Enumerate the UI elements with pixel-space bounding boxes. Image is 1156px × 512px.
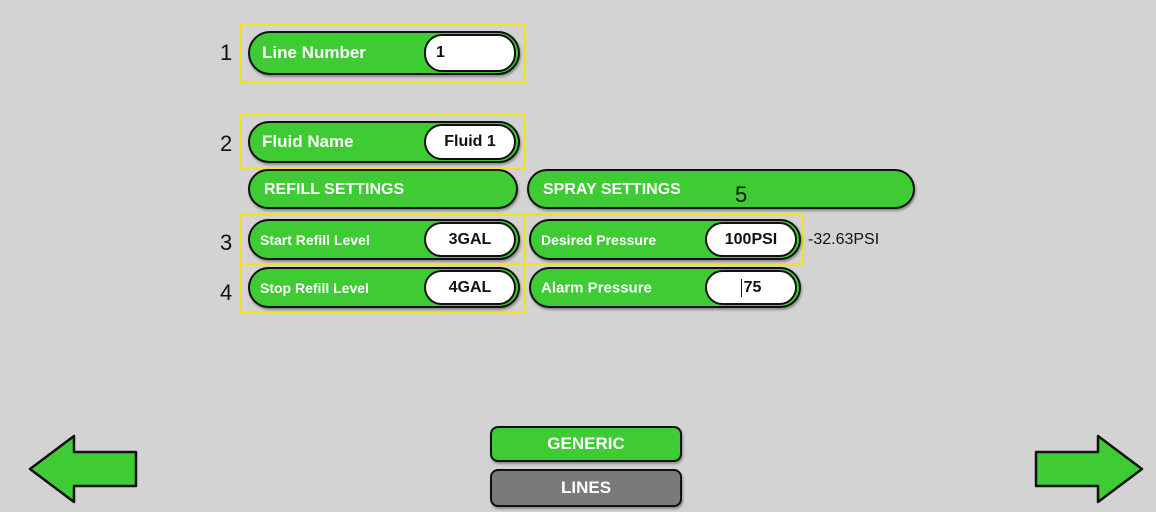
pressure-reading: -32.63PSI bbox=[808, 231, 880, 248]
stop-refill-input[interactable]: 4GAL bbox=[424, 270, 516, 305]
desired-pressure-control: Desired Pressure 100PSI bbox=[529, 219, 801, 260]
alarm-pressure-value: 75 bbox=[743, 278, 762, 296]
alarm-pressure-label: Alarm Pressure bbox=[541, 279, 652, 296]
refill-settings-label: REFILL SETTINGS bbox=[264, 181, 405, 198]
marker-4: 4 bbox=[220, 280, 233, 305]
text-cursor bbox=[740, 278, 742, 297]
alarm-pressure-input[interactable]: 75 bbox=[705, 270, 797, 305]
desired-pressure-label: Desired Pressure bbox=[541, 231, 657, 248]
stop-refill-label: Stop Refill Level bbox=[260, 279, 369, 296]
fluid-name-label: Fluid Name bbox=[262, 132, 354, 151]
fluid-name-control: Fluid Name Fluid 1 bbox=[248, 121, 520, 163]
marker-1: 1 bbox=[220, 40, 233, 65]
stop-refill-control: Stop Refill Level 4GAL bbox=[248, 267, 520, 308]
spray-settings-label: SPRAY SETTINGS bbox=[543, 181, 681, 198]
lines-button[interactable]: LINES bbox=[490, 469, 682, 507]
marker-2: 2 bbox=[220, 131, 233, 156]
arrow-left-icon[interactable] bbox=[26, 432, 140, 506]
marker-3: 3 bbox=[220, 230, 233, 255]
spray-settings-header[interactable]: SPRAY SETTINGS bbox=[527, 169, 915, 209]
start-refill-control: Start Refill Level 3GAL bbox=[248, 219, 520, 260]
line-number-input[interactable]: 1 bbox=[424, 34, 516, 72]
marker-5: 5 bbox=[735, 182, 748, 207]
desired-pressure-input[interactable]: 100PSI bbox=[705, 222, 797, 257]
generic-button[interactable]: GENERIC bbox=[490, 426, 682, 462]
start-refill-label: Start Refill Level bbox=[260, 231, 370, 248]
alarm-pressure-control: Alarm Pressure 75 bbox=[529, 267, 801, 308]
refill-settings-header[interactable]: REFILL SETTINGS bbox=[248, 169, 518, 209]
arrow-right-icon[interactable] bbox=[1032, 432, 1146, 506]
line-number-control: Line Number 1 bbox=[248, 31, 520, 75]
start-refill-input[interactable]: 3GAL bbox=[424, 222, 516, 257]
line-number-label: Line Number bbox=[262, 43, 366, 62]
fluid-name-input[interactable]: Fluid 1 bbox=[424, 124, 516, 160]
